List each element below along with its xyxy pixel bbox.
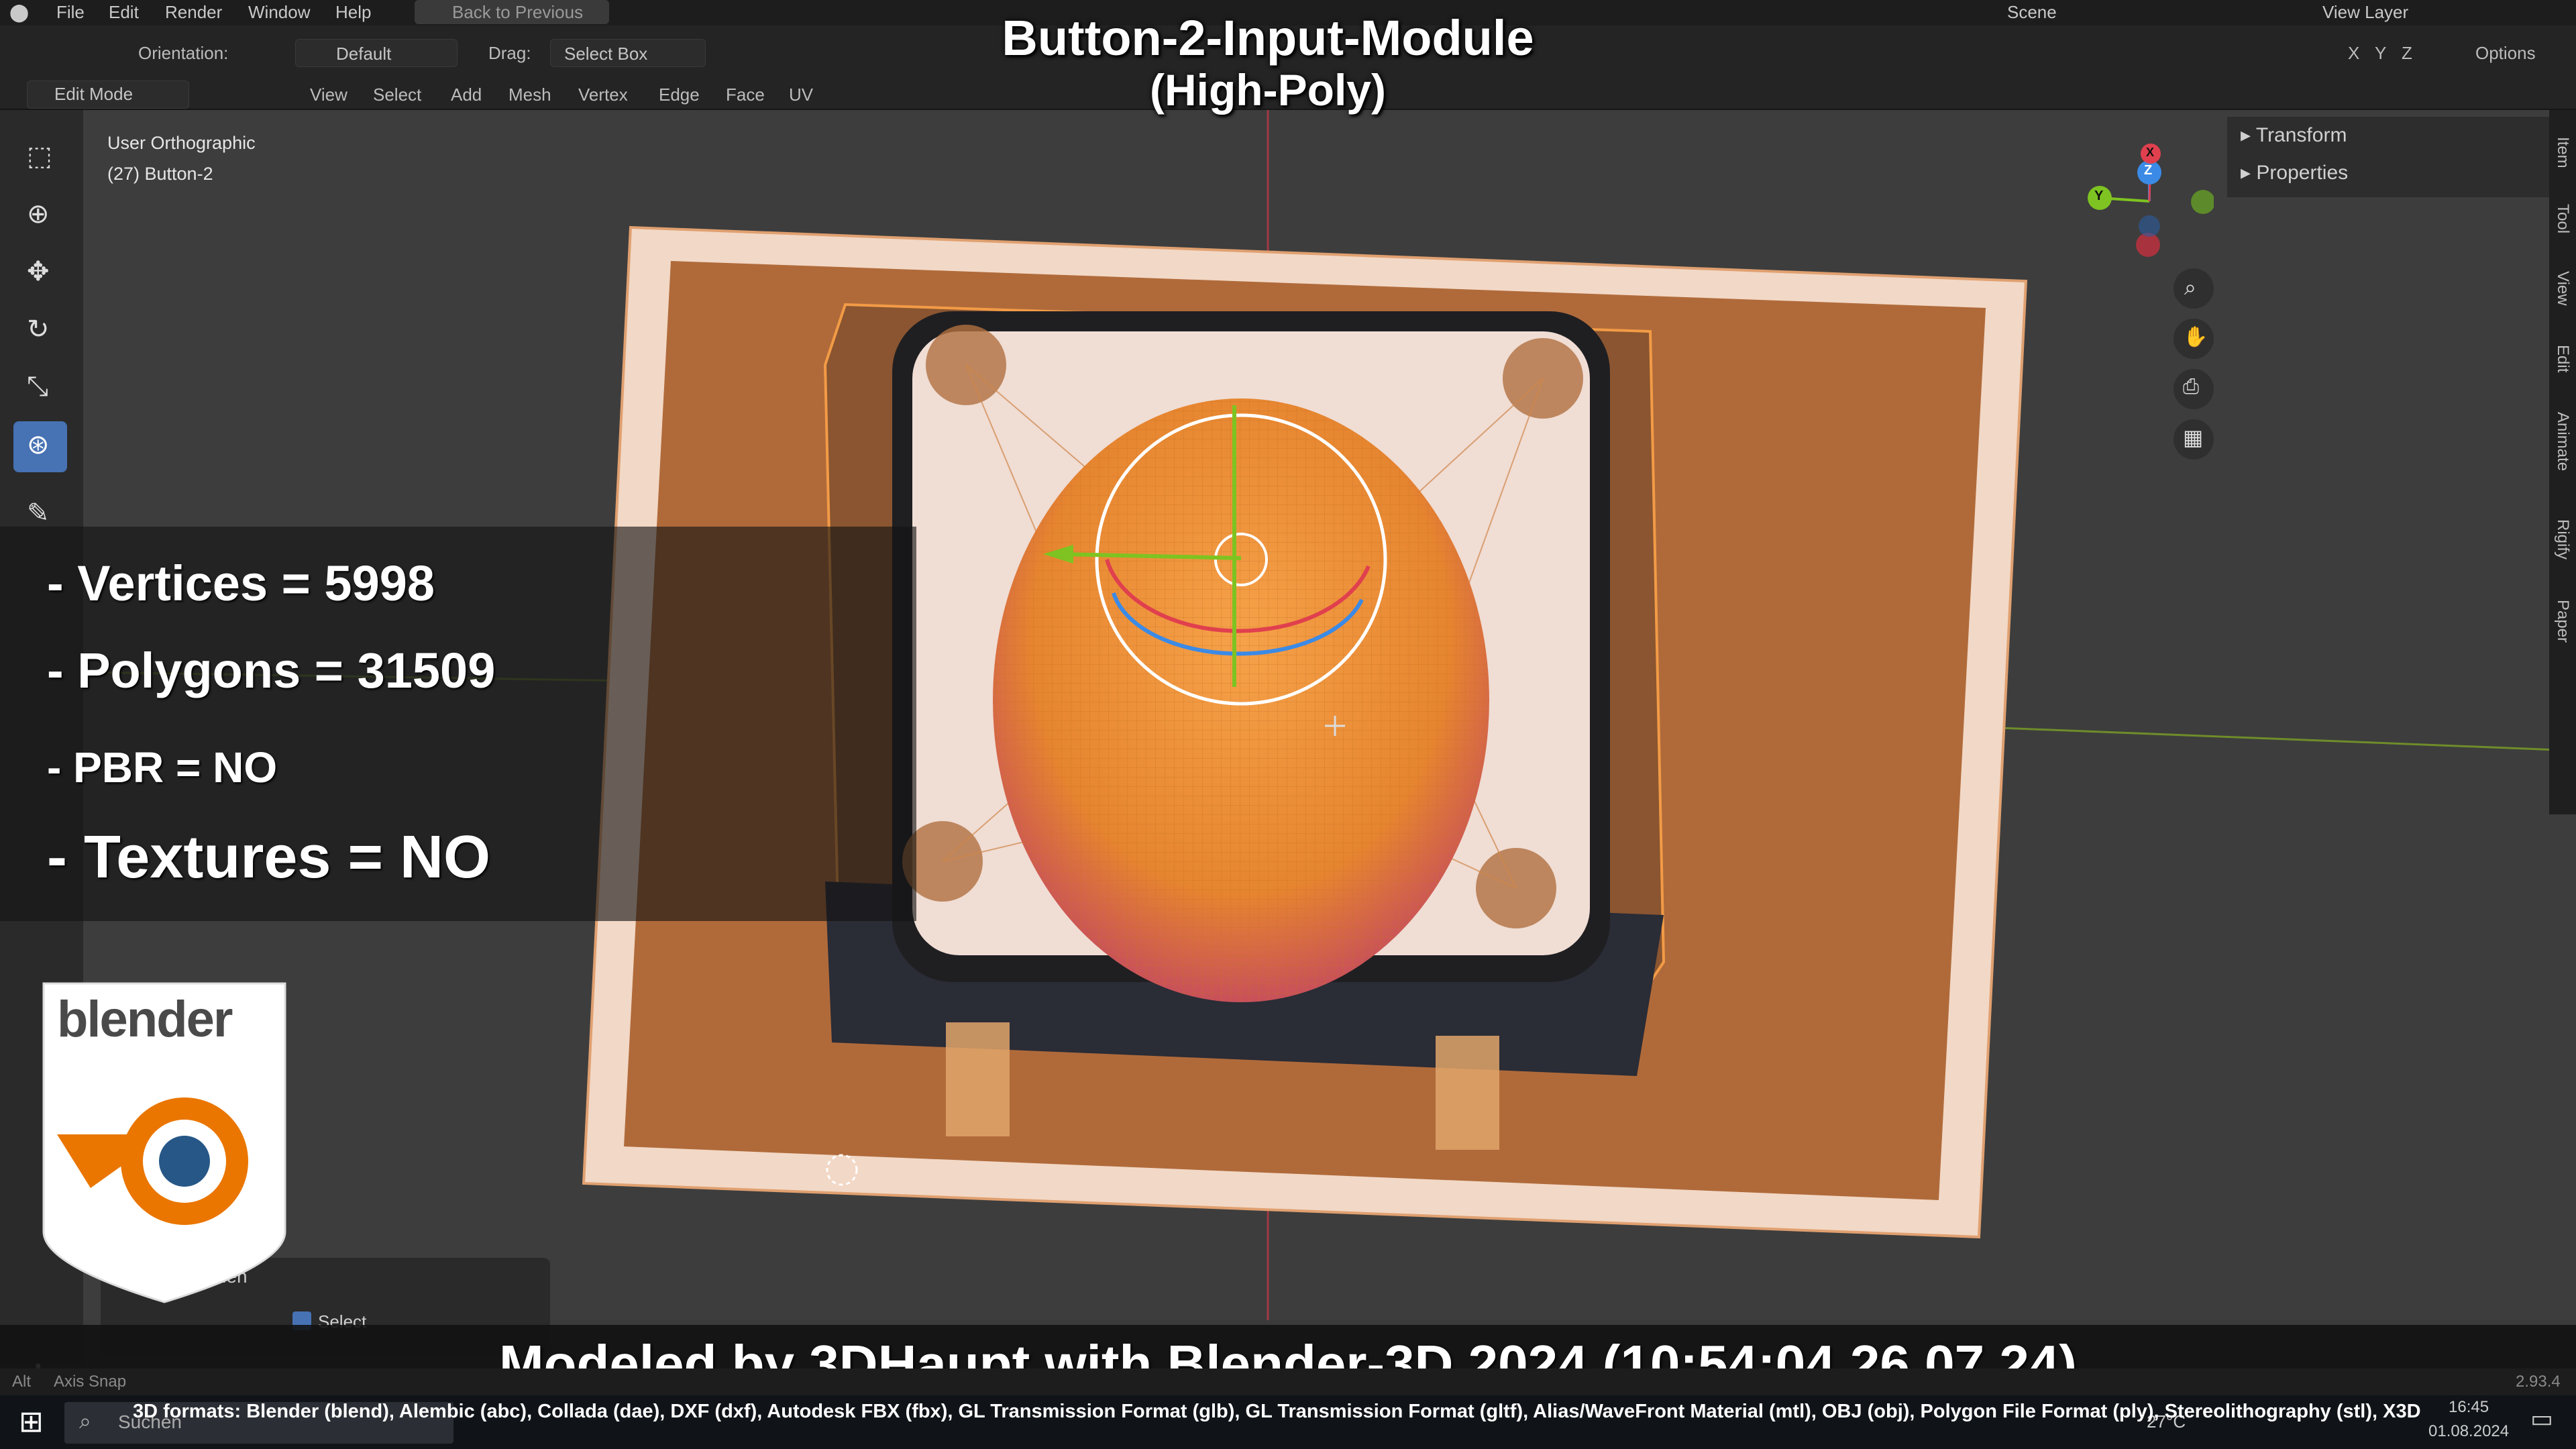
windows-start-icon[interactable]: ⊞ xyxy=(19,1405,44,1439)
back-to-previous-button[interactable]: Back to Previous xyxy=(415,0,609,24)
overlay-title: Button-2-Input-Module xyxy=(1002,10,1534,66)
clock-date: 01.08.2024 xyxy=(2428,1422,2510,1440)
rotate-tool-icon[interactable]: ↻ xyxy=(13,306,67,357)
tab-item[interactable]: Item xyxy=(2553,137,2572,168)
header-menu-mesh[interactable]: Mesh xyxy=(508,85,551,105)
stat-textures: - Textures = NO xyxy=(47,824,491,891)
axis-x-toggle[interactable]: X xyxy=(2348,43,2359,64)
back-to-previous-label: Back to Previous xyxy=(452,2,584,22)
orientation-value: Default xyxy=(336,44,392,64)
panel-transform-label: Transform xyxy=(2255,124,2347,146)
clock-time: 16:45 xyxy=(2449,1398,2489,1416)
alt-key-hint: Alt xyxy=(12,1373,32,1391)
header-menu-vertex[interactable]: Vertex xyxy=(578,85,628,105)
tab-paper[interactable]: Paper xyxy=(2553,600,2572,643)
pan-hand-icon[interactable]: ✋ xyxy=(2174,319,2214,359)
orientation-label: Orientation: xyxy=(138,43,229,63)
gizmo-y-label: Y xyxy=(2094,189,2104,203)
overlay-subtitle: (High-Poly) xyxy=(1150,65,1386,115)
view-layer-label[interactable]: View Layer xyxy=(2322,2,2408,23)
gizmo-z-label: Z xyxy=(2144,163,2153,178)
header-menu-view[interactable]: View xyxy=(310,85,347,105)
blender-logo-badge: blender xyxy=(37,977,292,1305)
transform-tool-icon[interactable]: ⊛ xyxy=(13,421,67,472)
mode-dropdown[interactable]: Edit Mode xyxy=(27,80,189,109)
menu-window[interactable]: Window xyxy=(248,2,310,23)
formats-text: 3D formats: Blender (blend), Alembic (ab… xyxy=(133,1401,2421,1422)
camera-icon[interactable]: ⎙ xyxy=(2174,369,2214,409)
sidebar-n-panel: ▸ Transform ▸ Properties xyxy=(2227,117,2549,197)
view-name: User Orthographic xyxy=(107,133,256,153)
stat-vertices: - Vertices = 5998 xyxy=(47,555,435,611)
orientation-dropdown[interactable]: Default xyxy=(295,39,458,67)
tab-view[interactable]: View xyxy=(2553,271,2572,306)
tab-edit[interactable]: Edit xyxy=(2553,345,2572,372)
sidebar-tabs: Item Tool View Edit Animate Rigify Paper xyxy=(2549,110,2576,814)
menu-edit[interactable]: Edit xyxy=(109,2,139,23)
notification-icon[interactable]: ▭ xyxy=(2530,1405,2553,1433)
header-menu-edge[interactable]: Edge xyxy=(659,85,700,105)
mode-value: Edit Mode xyxy=(54,84,133,104)
panel-transform[interactable]: ▸ Transform xyxy=(2241,123,2347,147)
select-box-tool-icon[interactable]: ⬚ xyxy=(13,133,67,184)
search-icon: ⌕ xyxy=(79,1409,91,1433)
drag-value: Select Box xyxy=(564,44,648,64)
panel-properties-label: Properties xyxy=(2256,162,2349,184)
cursor-tool-icon[interactable]: ⊕ xyxy=(13,191,67,241)
menu-render[interactable]: Render xyxy=(165,2,222,23)
grid-projection-icon[interactable]: ▦ xyxy=(2174,419,2214,460)
menu-file[interactable]: File xyxy=(56,2,85,23)
header-menu-face[interactable]: Face xyxy=(726,85,765,105)
axis-z-toggle[interactable]: Z xyxy=(2402,43,2412,64)
tab-rigify[interactable]: Rigify xyxy=(2553,519,2572,559)
gizmo-x-label: X xyxy=(2146,146,2155,159)
stat-pbr: - PBR = NO xyxy=(47,743,278,792)
scale-tool-icon[interactable]: ⤡ xyxy=(13,364,67,415)
tab-animate[interactable]: Animate xyxy=(2553,412,2572,471)
zoom-icon[interactable]: ⌕ xyxy=(2174,268,2214,309)
status-bar: Alt Axis Snap 2.93.4 xyxy=(0,1368,2576,1395)
drag-dropdown[interactable]: Select Box xyxy=(550,39,706,67)
scene-label[interactable]: Scene xyxy=(2007,2,2057,23)
stats-panel: - Vertices = 5998 - Polygons = 31509 - P… xyxy=(0,527,916,921)
stat-polygons: - Polygons = 31509 xyxy=(47,643,496,698)
axis-y-toggle[interactable]: Y xyxy=(2375,43,2386,64)
drag-label: Drag: xyxy=(488,43,531,63)
version-label: 2.93.4 xyxy=(2516,1373,2561,1391)
options-dropdown[interactable]: Options xyxy=(2475,43,2536,64)
menu-help[interactable]: Help xyxy=(335,2,371,23)
navigation-gizmo[interactable]: Z Y X xyxy=(2080,138,2215,272)
active-object-name: (27) Button-2 xyxy=(107,164,213,184)
axis-snap-hint: Axis Snap xyxy=(54,1373,127,1391)
tab-tool[interactable]: Tool xyxy=(2553,204,2572,233)
header-menu-select[interactable]: Select xyxy=(373,85,421,105)
blender-wordmark: blender xyxy=(57,991,233,1048)
blender-menu-icon[interactable]: ⬤ xyxy=(9,2,29,23)
move-tool-icon[interactable]: ✥ xyxy=(13,248,67,299)
panel-properties[interactable]: ▸ Properties xyxy=(2241,161,2348,184)
header-menu-add[interactable]: Add xyxy=(451,85,482,105)
